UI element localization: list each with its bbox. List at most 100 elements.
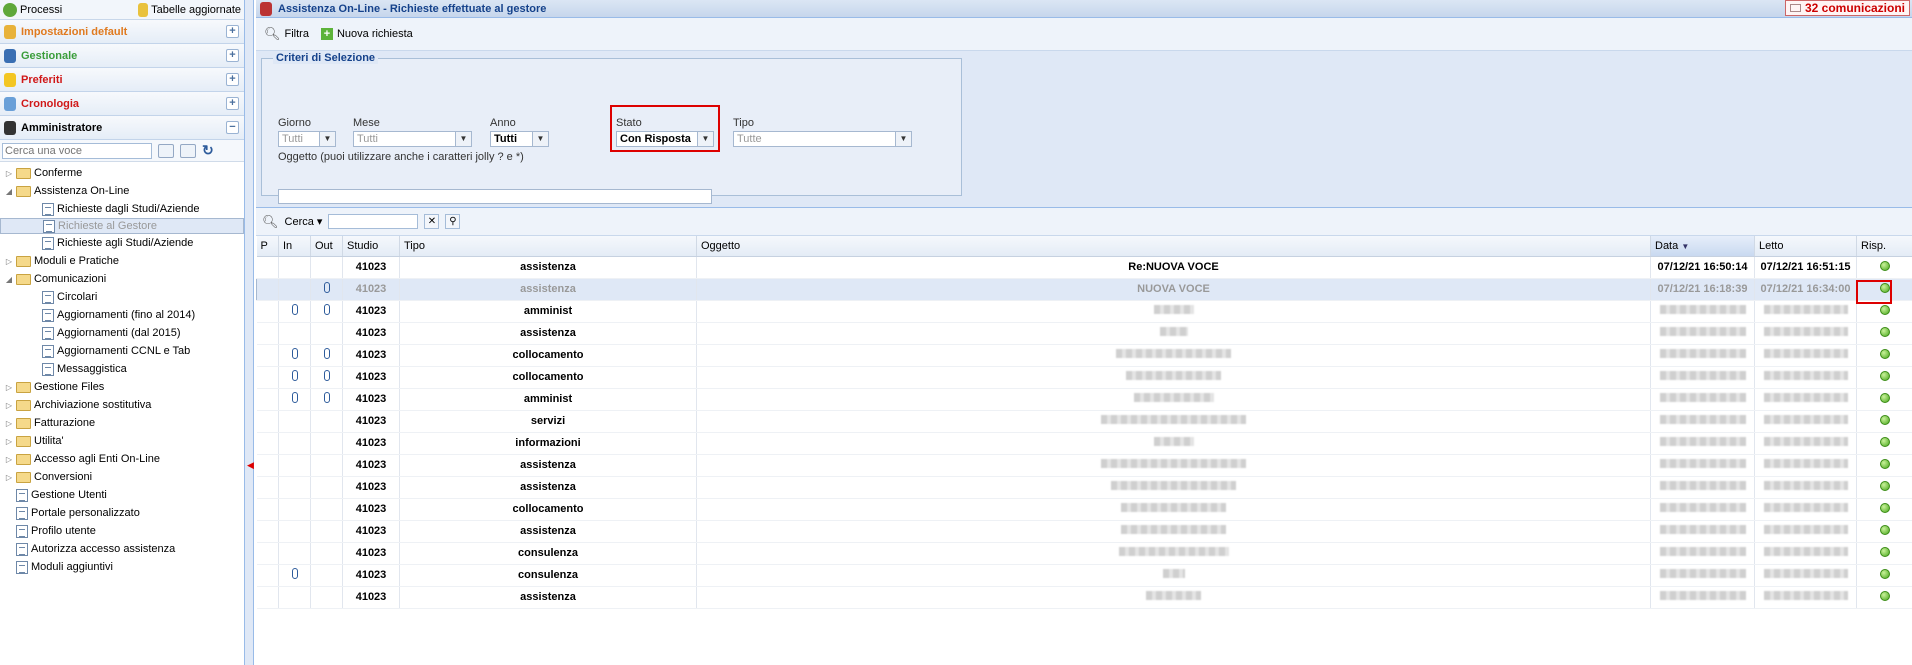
nuova-richiesta-button[interactable]: + Nuova richiesta (320, 28, 413, 40)
column-header-risp[interactable]: Risp. (1856, 236, 1912, 257)
expand-toggle-icon[interactable]: ◢ (4, 187, 14, 196)
clear-icon[interactable]: ✕ (424, 214, 440, 229)
accordion-cronologia[interactable]: Cronologia + (0, 92, 244, 116)
chevron-down-icon[interactable]: ▼ (895, 132, 911, 146)
accordion-amministratore[interactable]: Amministratore − (0, 116, 244, 140)
tree-item-autorizza-accesso-assistenza[interactable]: Autorizza accesso assistenza (0, 540, 244, 558)
attachment-icon[interactable] (291, 370, 298, 381)
expand-toggle-icon[interactable]: ▷ (4, 401, 14, 410)
mese-select[interactable]: Tutti ▼ (353, 131, 472, 147)
attachment-icon[interactable] (323, 282, 330, 293)
tree-item-richieste-dagli-studi-aziende[interactable]: Richieste dagli Studi/Aziende (0, 200, 244, 218)
collapse-arrow-icon[interactable]: ◀ (247, 460, 254, 471)
tree-item-gestione-files[interactable]: ▷ Gestione Files (0, 378, 244, 396)
attachment-icon[interactable] (323, 392, 330, 403)
attachment-icon[interactable] (291, 568, 298, 579)
expand-toggle-icon[interactable]: ▷ (4, 437, 14, 446)
tree-item-circolari[interactable]: Circolari (0, 288, 244, 306)
table-row[interactable]: 41023 collocamento (256, 344, 1912, 367)
column-header-data[interactable]: Data ▼ (1650, 236, 1755, 257)
table-row[interactable]: 41023 amminist (256, 388, 1912, 411)
column-header-in[interactable]: In (278, 236, 311, 257)
column-header-p[interactable]: P (256, 236, 279, 257)
tree-item-accesso-agli-enti-on-line[interactable]: ▷ Accesso agli Enti On-Line (0, 450, 244, 468)
attachment-icon[interactable] (291, 348, 298, 359)
anno-select[interactable]: Tutti ▼ (490, 131, 549, 147)
tree-item-richieste-al-gestore[interactable]: Richieste al Gestore (0, 218, 244, 234)
tree-item-richieste-agli-studi-aziende[interactable]: Richieste agli Studi/Aziende (0, 234, 244, 252)
expand-toggle-icon[interactable]: ▷ (4, 473, 14, 482)
table-row[interactable]: 41023 assistenza Re:NUOVA VOCE 07/12/21 16:… (256, 256, 1912, 279)
tree-item-aggiornamenti-ccnl-e-tab[interactable]: Aggiornamenti CCNL e Tab (0, 342, 244, 360)
attachment-icon[interactable] (323, 304, 330, 315)
table-row[interactable]: 41023 amminist (256, 300, 1912, 323)
list-icon[interactable] (180, 143, 196, 158)
tree-item-profilo-utente[interactable]: Profilo utente (0, 522, 244, 540)
attachment-icon[interactable] (323, 370, 330, 381)
column-header-oggetto[interactable]: Oggetto (696, 236, 1651, 257)
expand-toggle-icon[interactable]: ▷ (4, 257, 14, 266)
giorno-select[interactable]: Tutti ▼ (278, 131, 336, 147)
search-go-icon[interactable]: ⚲ (445, 214, 461, 229)
tree-item-portale-personalizzato[interactable]: Portale personalizzato (0, 504, 244, 522)
expand-toggle-icon[interactable]: ▷ (4, 455, 14, 464)
expand-toggle-icon[interactable]: ◢ (4, 275, 14, 284)
processi-button[interactable]: Processi (3, 2, 62, 17)
tree-item-fatturazione[interactable]: ▷ Fatturazione (0, 414, 244, 432)
tree-item-aggiornamenti-fino-al-2014[interactable]: Aggiornamenti (fino al 2014) (0, 306, 244, 324)
expand-toggle-icon[interactable]: ▷ (4, 383, 14, 392)
expand-icon[interactable] (158, 143, 174, 158)
tree-item-moduli-aggiuntivi[interactable]: Moduli aggiuntivi (0, 558, 244, 576)
tipo-select[interactable]: Tutte ▼ (733, 131, 912, 147)
tree-item-messaggistica[interactable]: Messaggistica (0, 360, 244, 378)
column-header-out[interactable]: Out (310, 236, 343, 257)
table-row[interactable]: 41023 consulenza (256, 542, 1912, 565)
tree-item-gestione-utenti[interactable]: Gestione Utenti (0, 486, 244, 504)
tree-item-assistenza-on-line[interactable]: ◢ Assistenza On-Line (0, 182, 244, 200)
table-row[interactable]: 41023 collocamento (256, 366, 1912, 389)
grid-search-input[interactable] (328, 214, 419, 229)
expand-toggle-icon[interactable]: ▷ (4, 169, 14, 178)
toggle-icon[interactable]: + (226, 25, 239, 38)
filtra-button[interactable]: 🔍︎ Filtra (264, 26, 309, 42)
chevron-down-icon[interactable]: ▼ (319, 132, 335, 146)
tabelle-aggiornate-button[interactable]: Tabelle aggiornate (138, 2, 241, 17)
column-header-tipo[interactable]: Tipo (399, 236, 697, 257)
tree-item-archiviazione-sostitutiva[interactable]: ▷ Archiviazione sostitutiva (0, 396, 244, 414)
toggle-icon[interactable]: + (226, 97, 239, 110)
table-row[interactable]: 41023 collocamento (256, 498, 1912, 521)
attachment-icon[interactable] (323, 348, 330, 359)
column-header-studio[interactable]: Studio (342, 236, 400, 257)
table-row[interactable]: 41023 assistenza (256, 322, 1912, 345)
panel-splitter[interactable]: ◀ (245, 0, 254, 665)
table-row[interactable]: 41023 assistenza (256, 476, 1912, 499)
table-row[interactable]: 41023 servizi (256, 410, 1912, 433)
table-row[interactable]: 41023 informazioni (256, 432, 1912, 455)
expand-toggle-icon[interactable]: ▷ (4, 419, 14, 428)
tree-item-conferme[interactable]: ▷ Conferme (0, 164, 244, 182)
accordion-preferiti[interactable]: Preferiti + (0, 68, 244, 92)
tree-item-aggiornamenti-dal-2015[interactable]: Aggiornamenti (dal 2015) (0, 324, 244, 342)
table-row[interactable]: 41023 consulenza (256, 564, 1912, 587)
cerca-menu[interactable]: Cerca ▾ (285, 215, 323, 228)
attachment-icon[interactable] (291, 392, 298, 403)
table-row[interactable]: 41023 assistenza (256, 520, 1912, 543)
toggle-icon[interactable]: + (226, 49, 239, 62)
tree-item-utilita[interactable]: ▷ Utilita' (0, 432, 244, 450)
table-row[interactable]: 41023 assistenza (256, 586, 1912, 609)
column-header-letto[interactable]: Letto (1754, 236, 1857, 257)
tree-search-input[interactable] (2, 142, 152, 159)
table-row[interactable]: 41023 assistenza NUOVA VOCE 07/12/21 16:18:… (256, 278, 1912, 301)
communications-badge[interactable]: 32 comunicazioni (1784, 0, 1910, 16)
refresh-icon[interactable]: ↻ (202, 142, 214, 159)
table-row[interactable]: 41023 assistenza (256, 454, 1912, 477)
tree-item-comunicazioni[interactable]: ◢ Comunicazioni (0, 270, 244, 288)
toggle-icon[interactable]: − (226, 121, 239, 134)
attachment-icon[interactable] (291, 304, 298, 315)
chevron-down-icon[interactable]: ▼ (455, 132, 471, 146)
accordion-impostazioni-default[interactable]: Impostazioni default + (0, 20, 244, 44)
tree-item-moduli-e-pratiche[interactable]: ▷ Moduli e Pratiche (0, 252, 244, 270)
tree-item-conversioni[interactable]: ▷ Conversioni (0, 468, 244, 486)
accordion-gestionale[interactable]: Gestionale + (0, 44, 244, 68)
chevron-down-icon[interactable]: ▼ (532, 132, 548, 146)
